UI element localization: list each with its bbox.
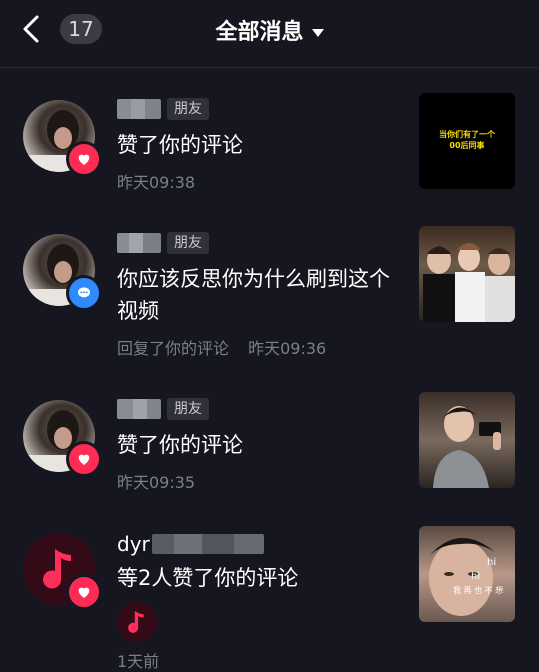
thumbnail-caption-line: 当你们有了一个 [439, 130, 495, 139]
redacted-name [117, 399, 161, 419]
thumbnail-caption-line: 00后同事 [449, 141, 485, 150]
video-thumbnail[interactable]: 当你们有了一个 00后同事 [419, 93, 515, 189]
thumbnail-caption-line: 我 再 也 不 想 [453, 586, 504, 595]
thumbnail-caption-line: hi [471, 571, 481, 582]
reply-label: 回复了你的评论 [117, 339, 230, 358]
message-item[interactable]: 朋友 你应该反思你为什么刷到这个视频 回复了你的评论 昨天09:36 [0, 226, 539, 359]
heart-icon [66, 441, 102, 477]
video-thumbnail[interactable] [419, 392, 515, 488]
timestamp: 昨天09:38 [117, 173, 196, 192]
message-text: 等2人赞了你的评论 [117, 566, 299, 590]
friend-tag: 朋友 [167, 98, 209, 120]
friend-tag: 朋友 [167, 232, 209, 254]
video-thumbnail[interactable] [419, 226, 515, 322]
heart-icon [66, 141, 102, 177]
message-item[interactable]: 朋友 赞了你的评论 昨天09:38 当你们有了一个 00后同事 [0, 93, 539, 195]
sender-row: 朋友 [117, 397, 209, 421]
redacted-name [117, 233, 161, 253]
comment-icon [66, 275, 102, 311]
sender-row: 朋友 [117, 231, 209, 255]
top-bar: 17 全部消息 [0, 0, 539, 60]
redacted-name [151, 534, 264, 554]
message-item[interactable]: dyr 等2人赞了你的评论 1天前 hi hi 我 再 也 不 想 [0, 526, 539, 671]
caret-down-icon [311, 28, 324, 37]
timestamp: 1天前 [117, 652, 160, 671]
timestamp: 昨天09:35 [117, 473, 196, 492]
message-text: 你应该反思你为什么刷到这个视频 [117, 267, 390, 323]
sender-name: dyr [117, 532, 150, 556]
timestamp: 昨天09:36 [248, 339, 327, 358]
redacted-name [117, 99, 161, 119]
message-item[interactable]: 朋友 赞了你的评论 昨天09:35 [0, 392, 539, 495]
sender-row: 朋友 [117, 97, 209, 121]
title-dropdown[interactable]: 全部消息 [0, 14, 539, 46]
heart-icon [66, 574, 102, 610]
friend-tag: 朋友 [167, 398, 209, 420]
thumbnail-caption-line: hi [487, 557, 497, 568]
message-text: 赞了你的评论 [117, 433, 243, 457]
message-text: 赞了你的评论 [117, 133, 243, 157]
page-title: 全部消息 [215, 20, 304, 45]
video-thumbnail[interactable]: hi hi 我 再 也 不 想 [419, 526, 515, 622]
music-note-icon [117, 602, 157, 642]
meta-row: 回复了你的评论 昨天09:36 [117, 335, 326, 359]
header-divider [0, 67, 539, 68]
sender-row: dyr [117, 532, 264, 556]
